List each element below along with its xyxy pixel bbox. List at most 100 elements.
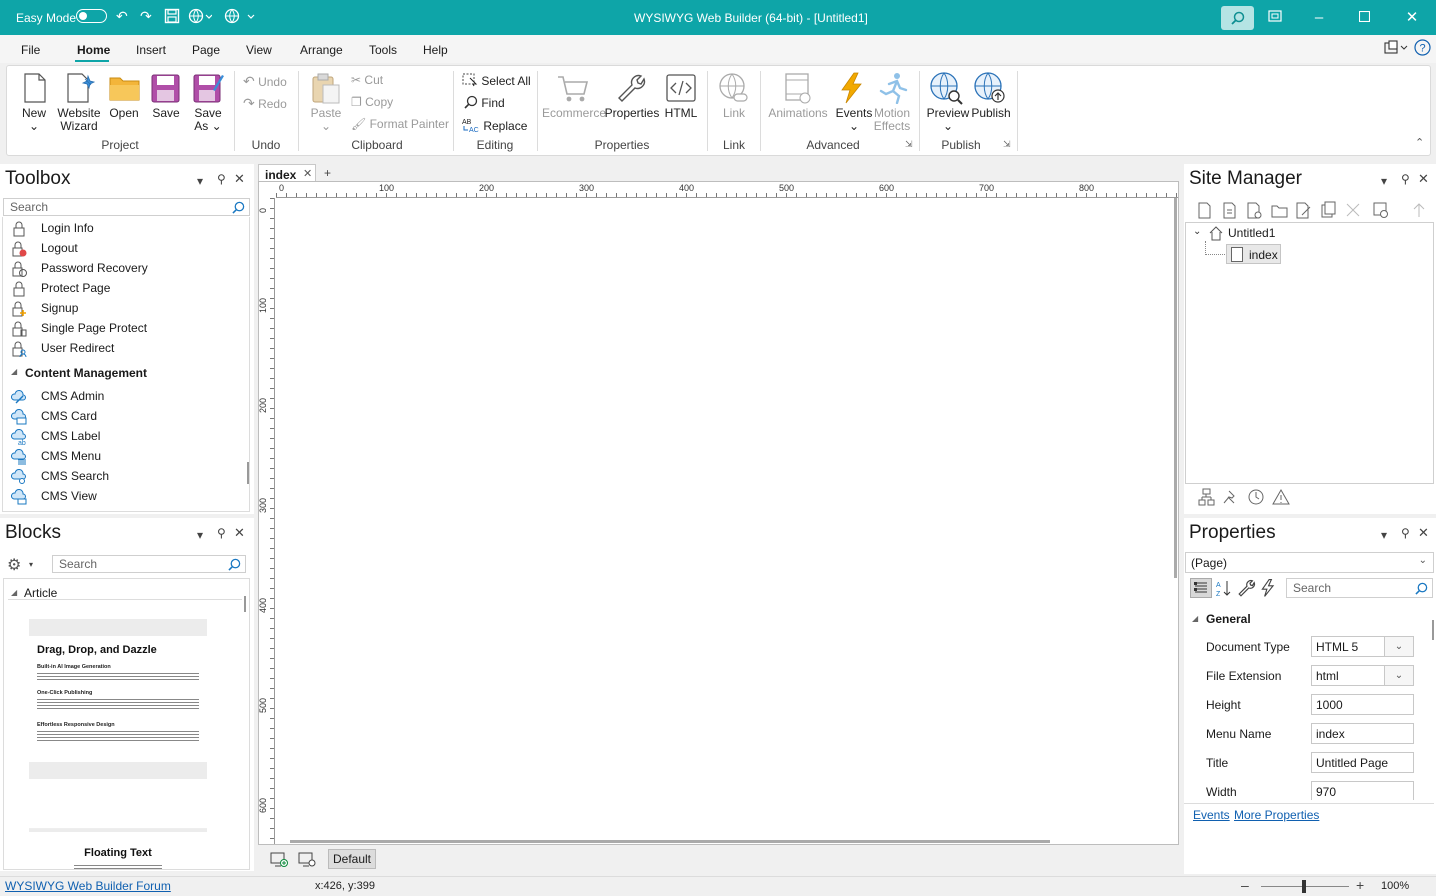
breakpoint-settings-icon[interactable] [298, 852, 316, 870]
more-properties-link[interactable]: More Properties [1234, 808, 1319, 822]
publish-button[interactable]: Publish [969, 107, 1013, 120]
open-button[interactable]: Open [105, 107, 143, 120]
properties-search-input[interactable]: Search [1286, 578, 1433, 598]
block-preview-article[interactable]: Drag, Drop, and Dazzle Built-in AI Image… [29, 619, 207, 779]
toolbox-item-login-info[interactable]: Login Info [41, 221, 94, 235]
toolbox-menu-icon[interactable]: ▾ [197, 174, 203, 188]
publish-quick-icon[interactable] [224, 8, 258, 27]
menu-help[interactable]: Help [423, 43, 448, 57]
toolbox-item-cms-search[interactable]: CMS Search [41, 469, 109, 483]
prop-value-file-extension[interactable]: html [1311, 665, 1385, 686]
toolbox-item-logout[interactable]: Logout [41, 241, 78, 255]
prop-value-document-type[interactable]: HTML 5 [1311, 636, 1385, 657]
redo-quick-icon[interactable]: ↷ [140, 8, 152, 24]
collapse-ribbon-icon[interactable]: ⌃ [1415, 136, 1424, 149]
section-collapse-icon[interactable]: ◢ [1192, 614, 1198, 623]
properties-scrollbar-thumb[interactable] [1432, 620, 1434, 640]
menu-file[interactable]: File [21, 43, 40, 57]
search-icon[interactable] [1221, 6, 1254, 30]
animations-button[interactable]: Animations [765, 107, 831, 120]
properties-menu-icon[interactable]: ▾ [1381, 528, 1387, 542]
add-breakpoint-icon[interactable] [270, 852, 288, 870]
toolbox-scrollbar-thumb[interactable] [247, 462, 249, 484]
format-painter-button[interactable]: 🖌 Format Painter [351, 117, 449, 131]
toolbox-item-protect-page[interactable]: Protect Page [41, 281, 110, 295]
properties-wrench-icon[interactable] [1238, 579, 1256, 600]
blocks-section-article[interactable]: Article [24, 586, 57, 600]
toolbox-item-signup[interactable]: Signup [41, 301, 78, 315]
link-button[interactable]: Link [712, 107, 756, 120]
menu-page[interactable]: Page [192, 43, 220, 57]
toolbox-item-cms-view[interactable]: CMS View [41, 489, 97, 503]
toolbox-pin-icon[interactable]: ⚲ [217, 172, 226, 186]
toolbox-item-cms-label[interactable]: CMS Label [41, 429, 100, 443]
prop-value-width[interactable]: 970 [1311, 781, 1414, 800]
find-button[interactable]: Find [464, 95, 505, 110]
tree-root-untitled1[interactable]: Untitled1 [1228, 226, 1275, 240]
toolbox-item-cms-menu[interactable]: CMS Menu [41, 449, 101, 463]
blocks-pin-icon[interactable]: ⚲ [217, 526, 226, 540]
toolbox-item-password-recovery[interactable]: Password Recovery [41, 261, 148, 275]
maximize-icon[interactable] [1349, 8, 1379, 28]
canvas-horizontal-scrollbar[interactable] [290, 840, 1050, 843]
zoom-slider-thumb[interactable] [1302, 880, 1306, 893]
blocks-search-input[interactable]: Search [52, 555, 246, 573]
events-link[interactable]: Events [1193, 808, 1230, 822]
tree-page-index[interactable]: index [1226, 244, 1281, 264]
easy-mode-toggle[interactable] [76, 9, 107, 23]
properties-section-general[interactable]: General [1206, 612, 1251, 626]
tree-expand-icon[interactable]: ⌄ [1193, 226, 1201, 237]
preview-button[interactable]: Preview ⌄ [925, 107, 971, 133]
prop-value-menu-name[interactable]: index [1311, 723, 1414, 744]
properties-pin-icon[interactable]: ⚲ [1401, 526, 1410, 540]
ecommerce-button[interactable]: Ecommerce [542, 107, 606, 120]
menu-tools[interactable]: Tools [369, 43, 397, 57]
menu-view[interactable]: View [246, 43, 272, 57]
properties-close-icon[interactable]: ✕ [1418, 525, 1429, 541]
toolbox-search-input[interactable]: Search [3, 198, 250, 216]
copy-button[interactable]: ❐ Copy [351, 95, 393, 109]
site-manager-menu-icon[interactable]: ▾ [1381, 174, 1387, 188]
blocks-menu-icon[interactable]: ▾ [197, 528, 203, 542]
section-collapse-icon[interactable]: ◢ [11, 588, 17, 597]
prop-value-title[interactable]: Untitled Page [1311, 752, 1414, 773]
block-preview-floating-text[interactable]: Floating Text [29, 828, 207, 869]
html-button[interactable]: HTML [661, 107, 701, 120]
blocks-settings-gear-icon[interactable]: ⚙ [7, 555, 21, 575]
breakpoint-default-button[interactable]: Default [328, 849, 376, 869]
blocks-scrollbar-thumb[interactable] [244, 596, 246, 612]
toolbox-item-cms-card[interactable]: CMS Card [41, 409, 97, 423]
redo-button[interactable]: ↷ Redo [243, 95, 287, 112]
forum-link[interactable]: WYSIWYG Web Builder Forum [5, 879, 171, 893]
motion-effects-button[interactable]: Motion Effects [869, 107, 915, 133]
chevron-down-icon[interactable]: ⌄ [1384, 665, 1414, 686]
chevron-down-icon[interactable]: ▾ [29, 560, 33, 569]
minimize-icon[interactable]: – [1304, 8, 1334, 28]
site-manager-pin-icon[interactable]: ⚲ [1401, 172, 1410, 186]
site-manager-close-icon[interactable]: ✕ [1418, 171, 1429, 187]
advanced-dialog-launcher-icon[interactable]: ⇲ [905, 139, 913, 150]
undo-quick-icon[interactable]: ↶ [116, 8, 128, 24]
blocks-close-icon[interactable]: ✕ [234, 525, 245, 541]
toolbox-item-cms-admin[interactable]: CMS Admin [41, 389, 104, 403]
cut-button[interactable]: ✂ Cut [351, 73, 383, 87]
add-tab-button[interactable]: + [324, 166, 331, 180]
tab-close-icon[interactable]: ✕ [303, 167, 312, 180]
save-button[interactable]: Save [147, 107, 185, 120]
paste-button[interactable]: Paste ⌄ [305, 107, 347, 133]
toolbox-item-single-page-protect[interactable]: Single Page Protect [41, 321, 147, 335]
design-canvas[interactable] [258, 181, 1179, 845]
restore-layout-icon[interactable] [1260, 8, 1290, 28]
canvas-vertical-scrollbar[interactable] [1174, 198, 1177, 578]
website-wizard-button[interactable]: Website Wizard [55, 107, 103, 133]
menu-arrange[interactable]: Arrange [300, 43, 343, 57]
menu-home[interactable]: Home [77, 43, 110, 57]
categorized-view-button[interactable] [1190, 578, 1212, 598]
menu-insert[interactable]: Insert [136, 43, 166, 57]
undo-button[interactable]: ↶ Undo [243, 73, 287, 90]
object-selector-dropdown[interactable]: (Page) ⌄ [1185, 552, 1434, 573]
save-quick-icon[interactable] [164, 8, 180, 24]
prop-value-height[interactable]: 1000 [1311, 694, 1414, 715]
close-icon[interactable]: ✕ [1397, 8, 1427, 28]
events-bolt-icon[interactable] [1260, 579, 1276, 600]
